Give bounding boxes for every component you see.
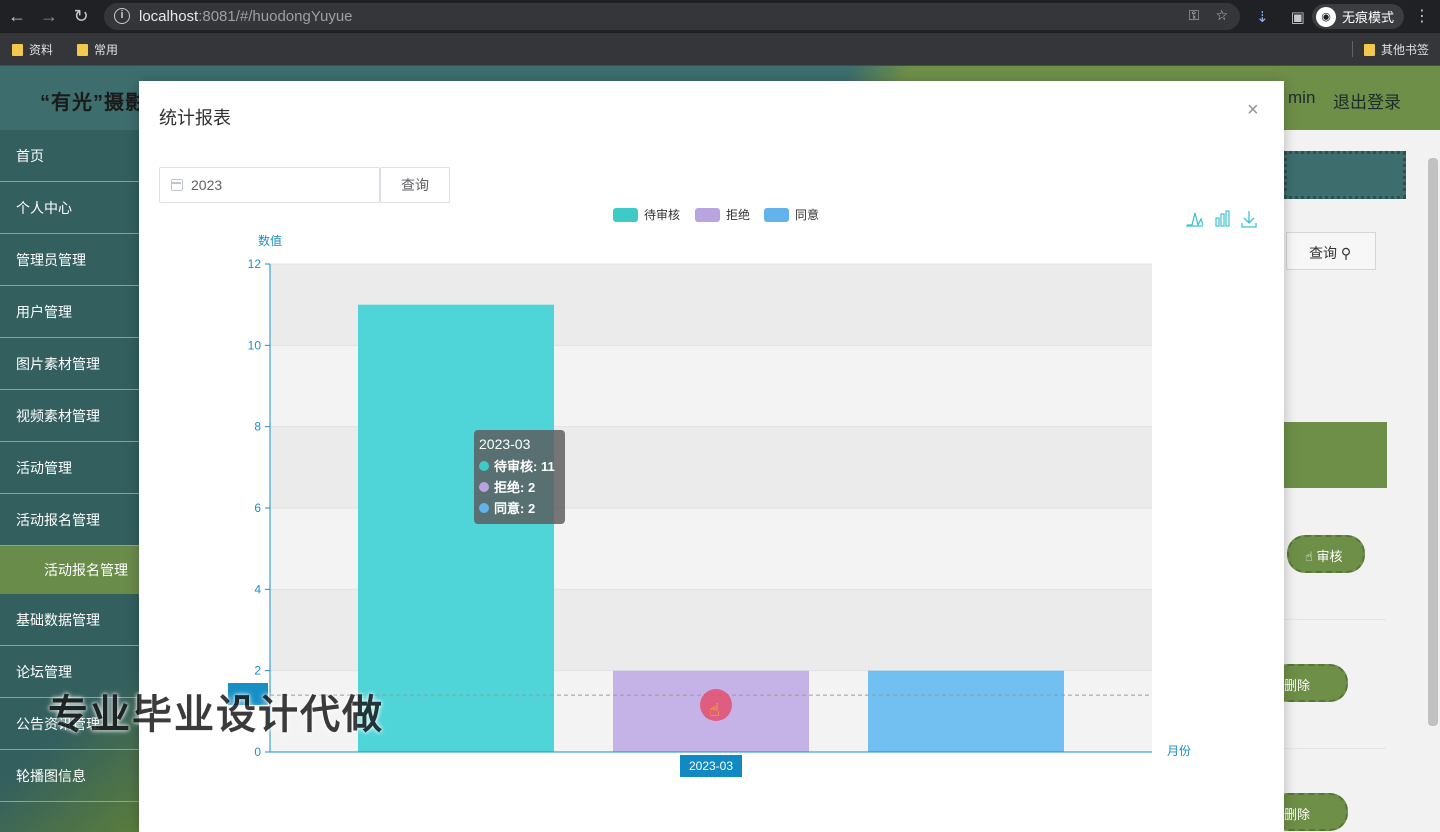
legend-swatch-1 xyxy=(695,208,720,222)
watermark-text: 专业毕业设计代做 xyxy=(48,693,384,737)
tooltip-title: 2023-03 xyxy=(479,436,531,452)
x-axis-name: 月份 xyxy=(1167,744,1191,758)
tooltip-row-rejected: 拒绝: 2 xyxy=(479,476,560,497)
download-icon xyxy=(1241,211,1257,228)
bar-2 xyxy=(868,670,1064,752)
legend-swatch-0 xyxy=(613,208,638,222)
tooltip-row-pending: 待审核: 11 xyxy=(479,455,560,476)
y-tick-label: 10 xyxy=(248,338,262,352)
hand-cursor-icon: ☝ xyxy=(709,700,720,720)
y-tick-label: 12 xyxy=(248,257,262,271)
bar-0 xyxy=(358,304,554,752)
legend-label-1: 拒绝 xyxy=(726,207,750,222)
tooltip-dot-rejected xyxy=(479,481,489,492)
chart-tooltip: 2023-03 待审核: 11 拒绝: 2 同意: 2 xyxy=(474,430,565,524)
tooltip-label-pending: 待审核: 11 xyxy=(494,459,555,474)
tooltip-label-approved: 同意: 2 xyxy=(494,501,536,516)
x-category-label: 2023-03 xyxy=(689,759,733,773)
y-tick-label: 6 xyxy=(254,501,261,515)
bar-chart-icon-3 xyxy=(1225,210,1230,227)
bar-chart-icon xyxy=(1215,217,1220,227)
tooltip-dot-approved xyxy=(479,502,489,513)
legend-swatch-2 xyxy=(764,208,789,222)
y-tick-label: 4 xyxy=(254,582,261,596)
tooltip-label-rejected: 拒绝: 2 xyxy=(494,480,536,495)
legend-label-2: 同意 xyxy=(795,207,819,222)
tooltip-row-approved: 同意: 2 xyxy=(479,497,560,518)
legend-label-0: 待审核 xyxy=(644,207,680,222)
y-axis-name: 数值 xyxy=(258,233,282,248)
y-tick-label: 0 xyxy=(254,745,261,759)
y-tick-label: 8 xyxy=(254,420,261,434)
bar-chart-icon-2 xyxy=(1220,213,1225,227)
y-tick-label: 2 xyxy=(254,664,261,678)
tooltip-dot-pending xyxy=(479,460,489,471)
line-chart-icon xyxy=(1187,212,1204,227)
